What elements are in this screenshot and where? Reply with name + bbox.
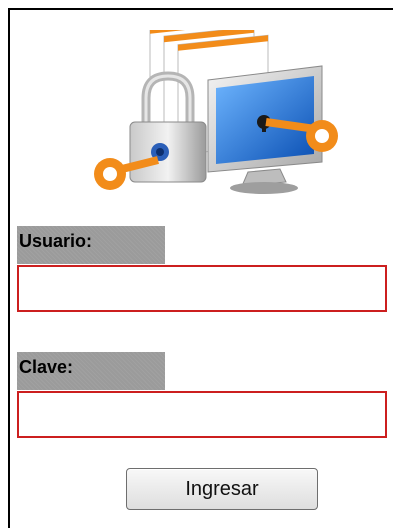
login-submit-button[interactable]: Ingresar [126, 468, 318, 510]
username-input[interactable] [17, 265, 387, 312]
password-input[interactable] [17, 391, 387, 438]
username-label: Usuario: [17, 226, 165, 264]
security-lock-key-monitor-icon [94, 30, 338, 194]
password-label: Clave: [17, 352, 165, 390]
